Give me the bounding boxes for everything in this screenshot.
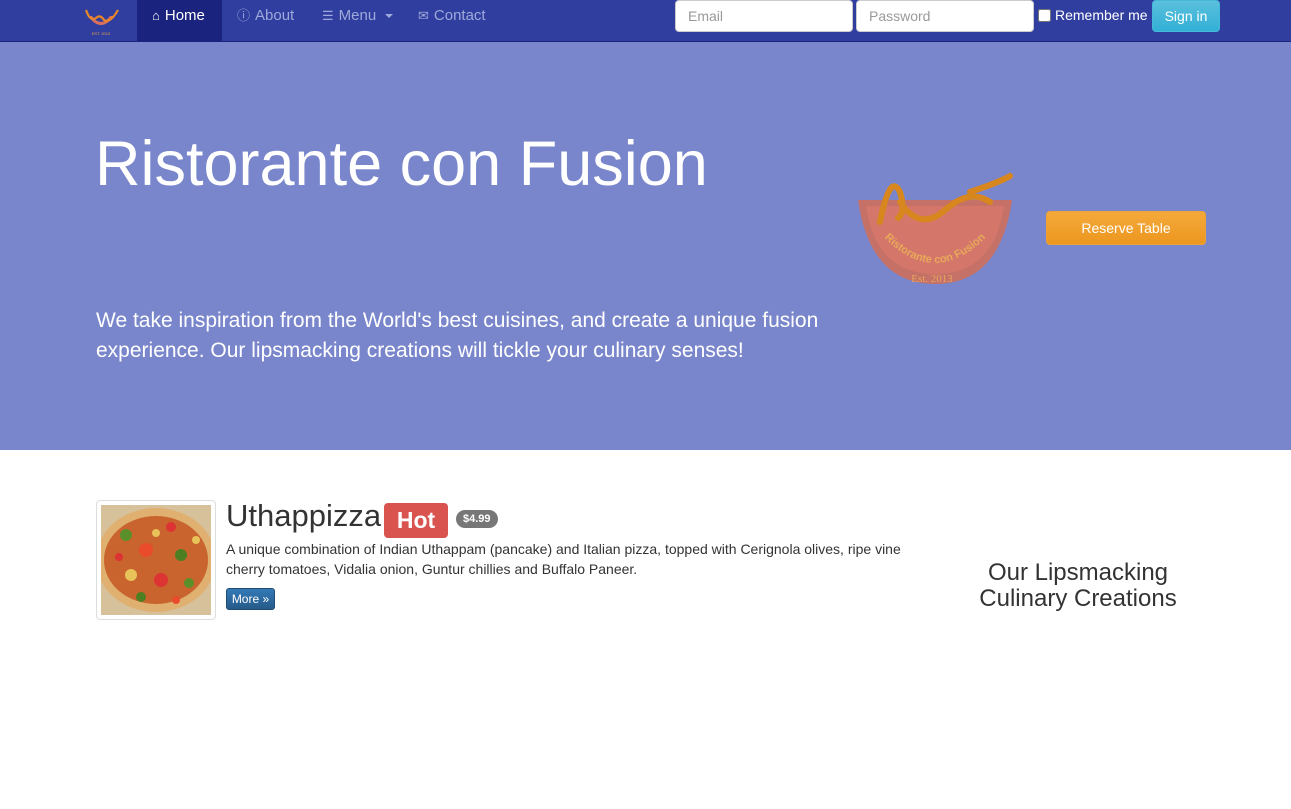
envelope-icon: ✉ (418, 8, 429, 23)
nav-menu-dropdown[interactable]: ☰ Menu (307, 0, 408, 41)
page-title: Ristorante con Fusion (95, 129, 708, 199)
email-input[interactable] (675, 0, 853, 32)
price-badge: $4.99 (456, 510, 498, 528)
password-input[interactable] (856, 0, 1034, 32)
nav-home-label: Home (164, 7, 205, 24)
remember-me[interactable]: Remember me (1038, 7, 1148, 23)
reserve-table-button[interactable]: Reserve Table (1046, 211, 1206, 245)
section-heading: Our Lipsmacking Culinary Creations (979, 559, 1177, 612)
home-icon: ⌂ (152, 8, 160, 23)
dish-image (96, 500, 216, 620)
list-icon: ☰ (322, 8, 334, 23)
nav-contact-label: Contact (433, 7, 486, 24)
hot-badge: Hot (384, 503, 448, 538)
more-button[interactable]: More » (226, 588, 275, 610)
caret-down-icon (385, 14, 394, 18)
restaurant-logo: Ristorante con Fusion Est. 2013 (858, 173, 1013, 285)
dish-description: A unique combination of Indian Uthappam … (226, 541, 901, 577)
info-icon: ⓘ (237, 8, 251, 23)
nav-about[interactable]: ⓘ About (222, 0, 309, 41)
signin-button[interactable]: Sign in (1152, 0, 1220, 32)
remember-label: Remember me (1055, 7, 1148, 23)
logo-est: Est. 2013 (911, 273, 953, 285)
navbar: EST. 2013 ⌂ Home ⓘ About ☰ Menu ✉ Contac… (0, 0, 1291, 42)
svg-text:EST. 2013: EST. 2013 (92, 31, 111, 36)
jumbotron-description: We take inspiration from the World's bes… (96, 309, 819, 362)
dish-name: Uthappizza (226, 498, 382, 533)
nav-contact[interactable]: ✉ Contact (403, 0, 501, 41)
nav-home[interactable]: ⌂ Home (137, 0, 222, 41)
brand-logo-icon[interactable]: EST. 2013 (80, 4, 122, 38)
remember-checkbox[interactable] (1038, 8, 1051, 22)
nav-menu-label: Menu (338, 7, 377, 24)
nav-about-label: About (255, 7, 295, 24)
jumbotron: Ristorante con Fusion We take inspiratio… (0, 42, 1291, 450)
pizza-image (96, 505, 216, 615)
